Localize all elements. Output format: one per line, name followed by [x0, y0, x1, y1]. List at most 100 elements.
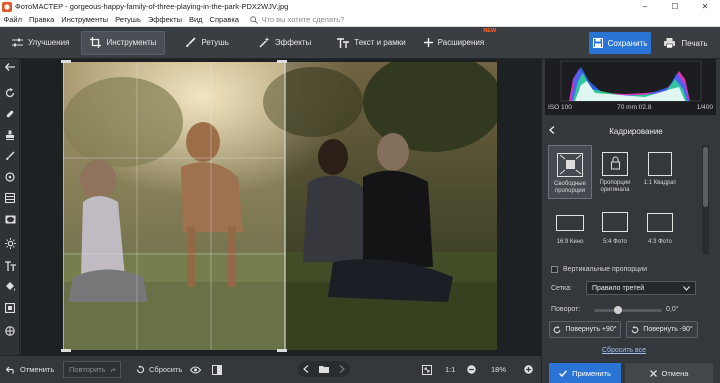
- radial-filter-tool[interactable]: [0, 169, 20, 185]
- print-label: Печать: [681, 38, 708, 48]
- save-button[interactable]: Сохранить: [589, 32, 651, 54]
- tab-effects[interactable]: Эффекты: [251, 31, 319, 55]
- preset-4-3[interactable]: 4:3 Фото: [638, 203, 682, 257]
- compare-toggle[interactable]: [212, 361, 226, 378]
- menu-bar: Файл Правка Инструменты Ретушь Эффекты В…: [0, 13, 720, 27]
- undo-button[interactable]: Отменить: [6, 361, 54, 378]
- rotate-plus-90-button[interactable]: Повернуть +90°: [549, 321, 621, 338]
- search-placeholder: Что вы хотите сделать?: [261, 15, 345, 24]
- menu-file[interactable]: Файл: [0, 15, 25, 24]
- preset-free-label: Свободные пропорции: [554, 181, 586, 194]
- text-tool[interactable]: [0, 258, 20, 274]
- maximize-button[interactable]: ☐: [660, 2, 690, 11]
- print-button[interactable]: Печать: [655, 32, 717, 54]
- menu-help[interactable]: Справка: [206, 15, 242, 24]
- crop-icon: [90, 37, 102, 48]
- chevron-left-icon[interactable]: [303, 365, 309, 373]
- reset-icon: [136, 365, 145, 374]
- redo-button[interactable]: Повторить: [63, 361, 121, 378]
- tab-text-frames-label: Текст и рамки: [354, 38, 406, 47]
- tab-text-frames[interactable]: Текст и рамки: [329, 31, 413, 55]
- patch-tool[interactable]: [0, 106, 20, 122]
- perspective-tool[interactable]: [0, 323, 20, 339]
- preset-5-4-label: 5:4 Фото: [603, 239, 627, 245]
- grid-select[interactable]: Правило третей: [586, 281, 696, 295]
- rotate-minus-90-button[interactable]: Повернуть -90°: [626, 321, 698, 338]
- reset-all-link[interactable]: Сбросить все: [545, 347, 703, 354]
- vignette-tool[interactable]: [0, 211, 20, 227]
- fit-screen-icon: [422, 364, 432, 375]
- minimize-button[interactable]: –: [630, 2, 660, 11]
- tab-retouch[interactable]: Ретушь: [177, 31, 237, 55]
- preset-5-4[interactable]: 5:4 Фото: [593, 203, 637, 257]
- preview-toggle[interactable]: [190, 361, 205, 378]
- bandage-icon: [6, 110, 14, 118]
- menu-retouch[interactable]: Ретушь: [112, 15, 145, 24]
- crop-handle-top-right[interactable]: [277, 60, 287, 63]
- fill-tool[interactable]: [0, 279, 20, 295]
- chevron-right-icon[interactable]: [339, 365, 345, 373]
- magic-wand-icon: [259, 37, 270, 48]
- sun-icon: [4, 237, 16, 249]
- scrollbar-thumb[interactable]: [703, 147, 708, 207]
- widescreen-ratio-icon: [556, 215, 584, 231]
- menu-effects[interactable]: Эффекты: [144, 15, 185, 24]
- reset-label: Сбросить: [149, 365, 183, 374]
- photo-canvas[interactable]: [63, 62, 497, 350]
- apply-button[interactable]: Применить: [549, 363, 621, 383]
- preset-original[interactable]: Пропорции оригинала: [593, 145, 637, 199]
- rotate-slider[interactable]: [594, 306, 662, 314]
- tab-enhancements[interactable]: Улучшения: [4, 31, 77, 55]
- preset-square-label: 1:1 Квадрат: [643, 180, 677, 186]
- grid-label: Сетка:: [551, 285, 572, 292]
- stamp-tool[interactable]: [0, 127, 20, 143]
- menu-view[interactable]: Вид: [185, 15, 206, 24]
- folder-icon[interactable]: [319, 365, 329, 373]
- vertical-ratio-checkbox[interactable]: Вертикальные пропорции: [551, 266, 647, 273]
- gradient-filter-tool[interactable]: [0, 190, 20, 206]
- rotate-slider-knob[interactable]: [614, 306, 622, 314]
- tab-enhancements-label: Улучшения: [28, 38, 70, 47]
- preset-free[interactable]: Свободные пропорции: [548, 145, 592, 199]
- title-bar: ФотоМАСТЕР - gorgeous-happy-family-of-th…: [0, 0, 720, 13]
- panel-header: Кадрирование: [545, 123, 713, 139]
- tab-tools[interactable]: Инструменты: [81, 30, 166, 55]
- crop-handle-bottom-left[interactable]: [61, 349, 71, 352]
- preset-square[interactable]: 1:1 Квадрат: [638, 145, 682, 199]
- menu-tools[interactable]: Инструменты: [58, 15, 112, 24]
- rotate-tool[interactable]: [0, 85, 20, 101]
- printer-icon: [664, 38, 676, 48]
- presets-scrollbar[interactable]: [702, 145, 709, 255]
- preset-4-3-label: 4:3 Фото: [648, 239, 672, 245]
- menu-edit[interactable]: Правка: [25, 15, 57, 24]
- close-button[interactable]: ✕: [690, 2, 720, 11]
- brush-tool[interactable]: [0, 148, 20, 164]
- redo-label: Повторить: [69, 365, 106, 374]
- check-icon: [559, 369, 568, 377]
- new-badge: NEW: [483, 27, 497, 34]
- tab-extensions[interactable]: Расширения NEW: [416, 27, 497, 55]
- text-icon: [4, 261, 16, 271]
- cancel-button[interactable]: Отмена: [625, 363, 713, 383]
- frame-tool[interactable]: [0, 300, 20, 316]
- fit-to-screen-button[interactable]: [422, 361, 436, 378]
- tab-effects-label: Эффекты: [274, 38, 312, 47]
- eye-icon: [190, 365, 201, 374]
- rotate-ccw-icon: [631, 325, 639, 333]
- zoom-out-button[interactable]: [467, 361, 480, 378]
- arrow-left-icon: [5, 63, 15, 71]
- crop-handle-top-left[interactable]: [61, 60, 71, 63]
- app-logo-icon: [2, 1, 12, 12]
- panel-back-button[interactable]: [545, 126, 559, 136]
- paint-bucket-icon: [5, 282, 15, 291]
- back-arrow-tool[interactable]: [0, 59, 20, 75]
- actual-size-button[interactable]: 1:1: [445, 361, 455, 378]
- zoom-out-icon: [467, 365, 476, 374]
- crop-handle-bottom-right[interactable]: [277, 349, 287, 352]
- light-tool[interactable]: [0, 235, 20, 251]
- preset-16-9[interactable]: 16:9 Кино: [548, 203, 592, 257]
- command-search[interactable]: Что вы хотите сделать?: [250, 15, 344, 24]
- zoom-in-button[interactable]: [524, 361, 537, 378]
- checkbox-box[interactable]: [551, 266, 558, 273]
- reset-button[interactable]: Сбросить: [136, 361, 182, 378]
